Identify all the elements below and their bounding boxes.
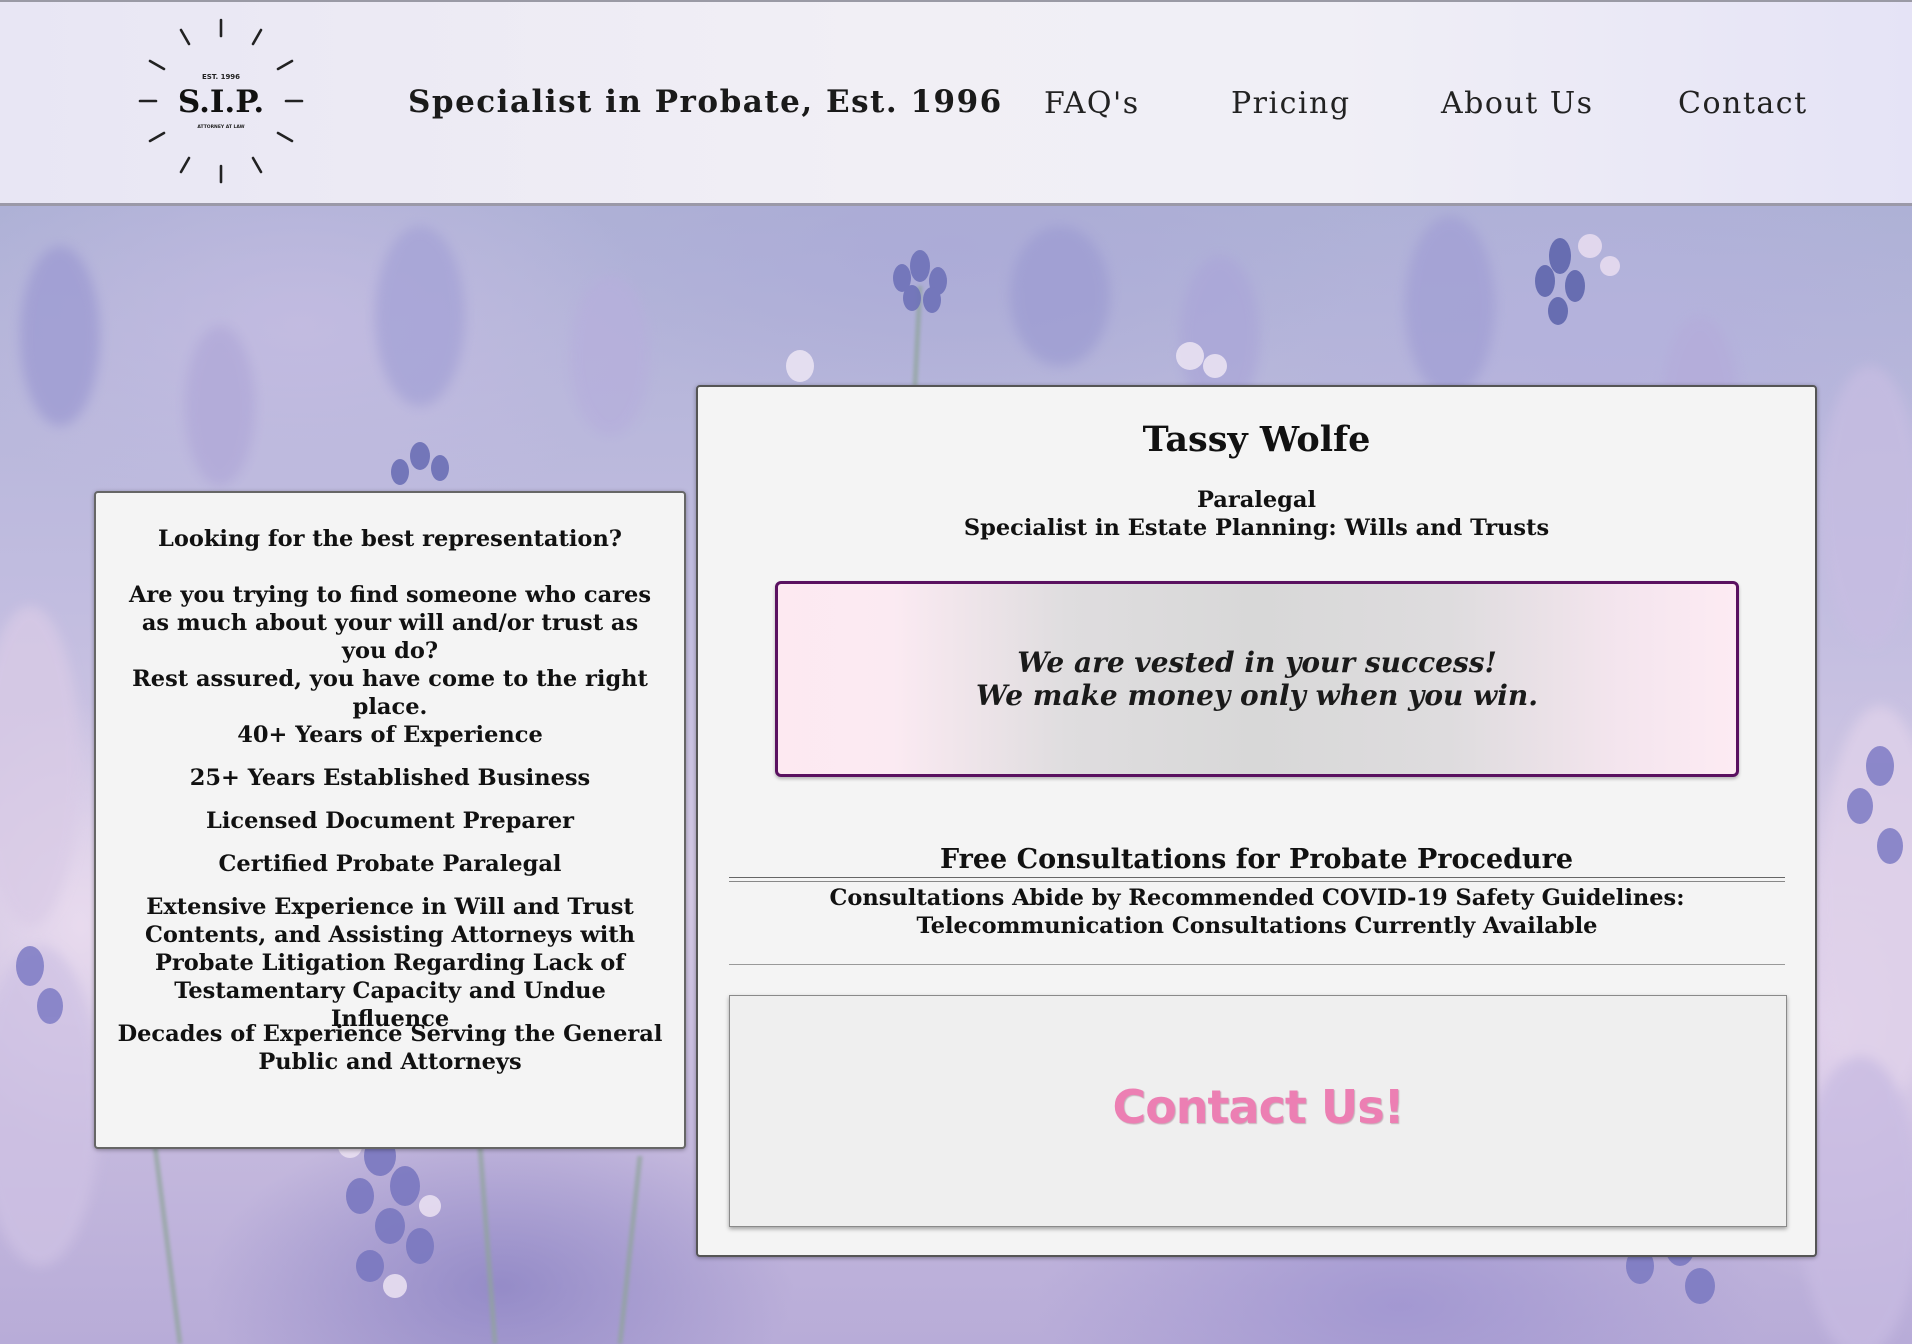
site-tagline: Specialist in Probate, Est. 1996 <box>408 84 1003 120</box>
profile-role: Paralegal <box>1196 487 1317 513</box>
benefit-item: 25+ Years Established Business <box>189 765 591 791</box>
logo-mark-text: S.I.P. <box>178 84 264 120</box>
nav-faqs[interactable]: FAQ's <box>1044 86 1140 121</box>
benefits-assurance: Rest assured, you have come to the right… <box>132 666 648 720</box>
profile-card: Tassy Wolfe Paralegal Specialist in Esta… <box>696 385 1817 1257</box>
profile-specialty: Specialist in Estate Planning: Wills and… <box>963 515 1550 541</box>
contact-us-button[interactable]: Contact Us! <box>729 995 1787 1227</box>
benefit-item: Decades of Experience Serving the Genera… <box>117 1021 663 1075</box>
benefit-item: 40+ Years of Experience <box>237 722 543 748</box>
site-header: EST. 1996 S.I.P. ATTORNEY AT LAW Special… <box>0 0 1912 206</box>
consultation-note: Consultations Abide by Recommended COVID… <box>829 885 1685 939</box>
benefit-item: Extensive Experience in Will and Trust C… <box>144 894 636 1032</box>
benefit-item: Licensed Document Preparer <box>206 808 574 834</box>
benefit-item: Certified Probate Paralegal <box>218 851 562 877</box>
sip-logo-icon: EST. 1996 S.I.P. ATTORNEY AT LAW <box>138 18 304 184</box>
logo-est-text: EST. 1996 <box>202 73 240 81</box>
profile-name: Tassy Wolfe <box>1142 419 1371 460</box>
success-quote-box: We are vested in your success! We make m… <box>775 581 1739 777</box>
section-divider <box>729 964 1785 965</box>
quote-line-1: We are vested in your success! <box>1017 646 1497 679</box>
nav-about-us[interactable]: About Us <box>1441 86 1594 121</box>
benefits-intro: Looking for the best representation? <box>158 526 622 552</box>
section-divider <box>729 877 1785 882</box>
benefits-card: Looking for the best representation? Are… <box>94 491 686 1149</box>
nav-pricing[interactable]: Pricing <box>1231 86 1351 121</box>
consultation-heading: Free Consultations for Probate Procedure <box>939 844 1574 875</box>
sip-logo[interactable]: EST. 1996 S.I.P. ATTORNEY AT LAW <box>136 16 306 186</box>
contact-us-label: Contact Us! <box>1112 1080 1404 1134</box>
benefits-question: Are you trying to find someone who cares… <box>128 582 652 664</box>
quote-line-2: We make money only when you win. <box>976 679 1538 712</box>
nav-contact[interactable]: Contact <box>1678 86 1808 121</box>
logo-sub-text: ATTORNEY AT LAW <box>197 124 244 130</box>
